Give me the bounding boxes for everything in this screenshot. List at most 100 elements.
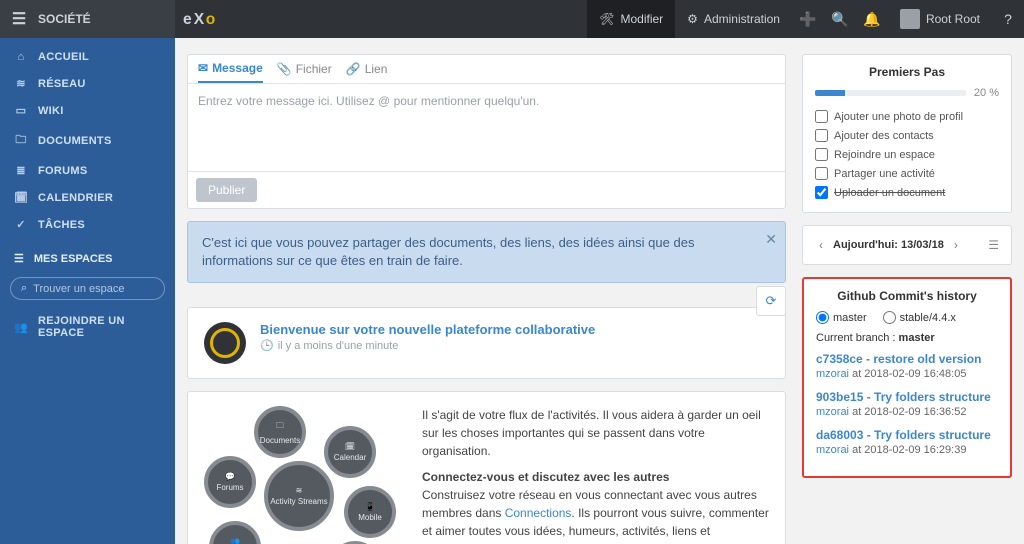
people-icon: 👥 <box>14 321 28 334</box>
nav-icon: ▭ <box>14 104 28 117</box>
step-4[interactable]: Uploader un document <box>815 183 999 202</box>
sidebar-item-6[interactable]: ✓ TÂCHES <box>0 211 175 238</box>
post-title[interactable]: Bienvenue sur votre nouvelle plateforme … <box>260 322 595 337</box>
calendar-options-button[interactable]: ☰ <box>988 238 999 252</box>
svg-text:o: o <box>205 11 215 28</box>
topbar: ☰ SOCIÉTÉ eXo 🛠 Modifier ⚙ Administratio… <box>0 0 1024 38</box>
gear-icon: ⚙ <box>687 12 698 26</box>
sidebar-item-label: WIKI <box>38 105 64 117</box>
refresh-icon: ⟳ <box>766 292 777 310</box>
calendar-bar: ‹ Aujourd'hui: 13/03/18 › ☰ <box>802 225 1012 265</box>
sidebar-item-4[interactable]: ≣ FORUMS <box>0 157 175 184</box>
step-0[interactable]: Ajouter une photo de profil <box>815 107 999 126</box>
help-button[interactable]: ? <box>992 11 1024 27</box>
clock-icon: 🕒 <box>260 339 274 352</box>
refresh-button[interactable]: ⟳ <box>756 286 786 316</box>
user-name: Root Root <box>926 12 980 26</box>
notifications-button[interactable]: 🔔 <box>856 11 888 28</box>
nav-icon: ✓ <box>14 218 28 231</box>
github-title: Github Commit's history <box>816 289 998 303</box>
sidebar-item-label: RÉSEAU <box>38 78 86 90</box>
join-space-label: REJOINDRE UN ESPACE <box>38 315 161 339</box>
space-search-input[interactable] <box>33 283 175 295</box>
welcome-card: 🗀Documents 🗓Calendar 💬Forums ≋Activity S… <box>187 391 786 544</box>
spaces-icon: ☰ <box>14 252 24 265</box>
connections-link[interactable]: Connections <box>505 506 572 520</box>
progress-percent: 20 % <box>974 87 999 99</box>
publish-button[interactable]: Publier <box>196 178 257 202</box>
bubble-calendar: 🗓Calendar <box>324 426 376 478</box>
add-button[interactable]: ➕ <box>792 11 824 28</box>
nav-icon: 🗀 <box>14 131 28 150</box>
commit-1[interactable]: 903be15 - Try folders structuremzorai at… <box>816 390 998 418</box>
nav-icon: 🗓 <box>14 191 28 204</box>
sidebar-item-2[interactable]: ▭ WIKI <box>0 97 175 124</box>
nav-icon: ⌂ <box>14 51 28 63</box>
modify-label: Modifier <box>620 12 663 26</box>
post-time: il y a moins d'une minute <box>278 340 399 352</box>
branch-stable-radio[interactable]: stable/4.4.x <box>883 311 956 324</box>
sidebar: ⌂ ACCUEIL ≋ RÉSEAU ▭ WIKI 🗀 DOCUMENTS ≣ FORUMS 🗓 CA… <box>0 38 175 544</box>
modify-button[interactable]: 🛠 Modifier <box>587 0 675 38</box>
composer: ✉Message 📎Fichier 🔗Lien Entrez votre mes… <box>187 54 786 209</box>
spaces-section: ☰ MES ESPACES <box>0 238 175 271</box>
admin-label: Administration <box>704 12 780 26</box>
sidebar-item-3[interactable]: 🗀 DOCUMENTS <box>0 124 175 157</box>
branch-master-radio[interactable]: master <box>816 311 867 324</box>
bubble-connections: 👥Connections <box>209 521 261 544</box>
admin-button[interactable]: ⚙ Administration <box>675 0 792 38</box>
github-panel: Github Commit's history master stable/4.… <box>802 277 1012 478</box>
sidebar-item-label: CALENDRIER <box>38 192 113 204</box>
close-icon[interactable]: ✕ <box>765 230 777 250</box>
next-day-button[interactable]: › <box>950 236 962 254</box>
tab-link[interactable]: 🔗Lien <box>346 61 388 83</box>
sidebar-item-label: DOCUMENTS <box>38 135 112 147</box>
welcome-content: Il s'agit de votre flux de l'activités. … <box>422 406 769 544</box>
sidebar-item-label: TÂCHES <box>38 219 85 231</box>
sidebar-toggle[interactable]: ☰ SOCIÉTÉ <box>0 0 175 38</box>
bubble-forums: 💬Forums <box>204 456 256 508</box>
prev-day-button[interactable]: ‹ <box>815 236 827 254</box>
bubble-mobile: 📱Mobile <box>344 486 396 538</box>
society-label: SOCIÉTÉ <box>38 12 91 26</box>
hint-banner: C'est ici que vous pouvez partager des d… <box>187 221 786 283</box>
calendar-label: Aujourd'hui: 13/03/18 <box>833 239 944 251</box>
welcome-post-header: Bienvenue sur votre nouvelle plateforme … <box>187 307 786 379</box>
first-steps-title: Premiers Pas <box>815 65 999 79</box>
message-icon: ✉ <box>198 61 208 75</box>
first-steps-panel: Premiers Pas 20 % Ajouter une photo de p… <box>802 54 1012 213</box>
nav-icon: ≋ <box>14 77 28 90</box>
svg-text:e: e <box>183 11 192 28</box>
composer-input[interactable]: Entrez votre message ici. Utilisez @ pou… <box>188 83 785 171</box>
sidebar-item-label: ACCUEIL <box>38 51 89 63</box>
space-search[interactable]: ⌕ <box>10 277 165 300</box>
nav-icon: ≣ <box>14 164 28 177</box>
search-button[interactable]: 🔍 <box>824 11 856 28</box>
logo[interactable]: eXo <box>175 7 250 31</box>
step-1[interactable]: Ajouter des contacts <box>815 126 999 145</box>
attach-icon: 📎 <box>277 62 292 76</box>
hamburger-icon: ☰ <box>0 9 38 29</box>
hint-text: C'est ici que vous pouvez partager des d… <box>202 235 694 268</box>
step-2[interactable]: Rejoindre un espace <box>815 145 999 164</box>
avatar <box>900 9 920 29</box>
bubble-documents: 🗀Documents <box>254 406 306 458</box>
user-menu[interactable]: Root Root <box>888 0 992 38</box>
spaces-label: MES ESPACES <box>34 253 113 265</box>
bubble-activity: ≋Activity Streams <box>264 461 334 531</box>
sidebar-item-label: FORUMS <box>38 165 87 177</box>
sidebar-item-1[interactable]: ≋ RÉSEAU <box>0 70 175 97</box>
link-icon: 🔗 <box>346 62 361 76</box>
commit-0[interactable]: c7358ce - restore old versionmzorai at 2… <box>816 352 998 380</box>
join-space-link[interactable]: 👥 REJOINDRE UN ESPACE <box>0 308 175 346</box>
post-avatar <box>204 322 246 364</box>
wrench-icon: 🛠 <box>599 12 614 26</box>
sidebar-item-0[interactable]: ⌂ ACCUEIL <box>0 44 175 70</box>
tab-message[interactable]: ✉Message <box>198 61 263 83</box>
tab-file[interactable]: 📎Fichier <box>277 61 332 83</box>
commit-2[interactable]: da68003 - Try folders structuremzorai at… <box>816 428 998 456</box>
progress-bar <box>815 90 966 96</box>
step-3[interactable]: Partager une activité <box>815 164 999 183</box>
sidebar-item-5[interactable]: 🗓 CALENDRIER <box>0 184 175 211</box>
search-icon: ⌕ <box>21 282 27 295</box>
